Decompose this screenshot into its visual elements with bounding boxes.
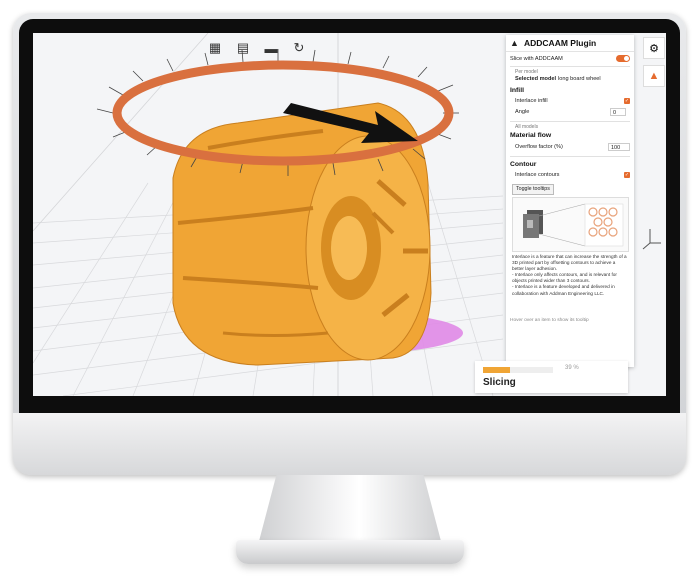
monitor-stand-base (236, 540, 464, 564)
all-models-label: All models (510, 124, 630, 130)
contour-section: Contour (510, 161, 630, 168)
interlace-infill-label: Interlace infill (515, 98, 548, 104)
toggle-tooltips-button[interactable]: Toggle tooltips (512, 184, 554, 195)
slicing-label: Slicing (483, 377, 516, 388)
monitor-chin (13, 413, 686, 475)
rotate-icon[interactable]: ↻ (289, 39, 309, 57)
slice-with-addcaam-row: Slice with ADDCAAM (510, 55, 630, 62)
selected-model-value: long board wheel (558, 76, 601, 82)
slicing-progress-box: 39 % Slicing (475, 361, 628, 393)
overflow-factor-label: Overflow factor (%) (515, 144, 563, 150)
angle-label: Angle (515, 109, 530, 115)
interlace-illustration (512, 197, 629, 252)
interlace-contours-label: Interlace contours (515, 172, 560, 178)
addcaam-plugin-icon[interactable]: ▲ (643, 65, 665, 87)
printer-settings-icon[interactable]: ▦ (205, 39, 225, 57)
angle-row: Angle 0 (510, 108, 630, 116)
interlace-infill-checkbox[interactable]: ✓ (624, 98, 630, 104)
camera-icon[interactable]: ▬ (261, 39, 281, 57)
viewport-toolbar: ▦ ▤ ▬ ↻ (205, 37, 309, 59)
infill-section: Infill (510, 87, 630, 94)
addcaam-logo-icon: ▲ (510, 37, 519, 48)
overflow-factor-input[interactable]: 100 (608, 143, 630, 151)
slicing-progress-fill (483, 367, 511, 373)
material-flow-section: Material flow (510, 132, 630, 139)
interlace-contours-checkbox[interactable]: ✓ (624, 172, 630, 178)
selected-model-row: Selected model long board wheel (510, 76, 630, 82)
selected-model-key: Selected model (515, 76, 557, 82)
addcaam-plugin-panel: ▲ ADDCAAM Plugin Slice with ADDCAAM Per … (506, 35, 634, 367)
interlace-contours-row: Interlace contours ✓ (510, 172, 630, 178)
infill-title: Infill (510, 87, 524, 94)
slice-with-addcaam-toggle[interactable] (616, 55, 630, 62)
angle-input[interactable]: 0 (610, 108, 626, 116)
panel-header: ▲ ADDCAAM Plugin (506, 35, 634, 52)
plugin-settings-icon[interactable]: ⚙ (643, 37, 665, 59)
slicing-percent: 39 % (565, 365, 579, 371)
slicing-progress-bar (483, 367, 553, 373)
monitor-stand-neck (258, 475, 442, 545)
panel-title: ADDCAAM Plugin (524, 38, 597, 48)
interlace-diagram (523, 203, 624, 247)
app-screen: ▦ ▤ ▬ ↻ ▲ ADDCAAM Plugin Slice with ADDC… (33, 33, 666, 396)
contour-title: Contour (510, 161, 537, 168)
slice-with-addcaam-label: Slice with ADDCAAM (510, 55, 563, 62)
interlace-infill-row: Interlace infill ✓ (510, 98, 630, 104)
side-toolbar: ⚙ ▲ (642, 35, 666, 130)
per-model-label: Per model (510, 69, 630, 75)
overflow-factor-row: Overflow factor (%) 100 (510, 143, 630, 151)
divider (510, 121, 630, 122)
tooltip-text: Interlace is a feature that can increase… (512, 254, 627, 296)
per-model-text: Per model (515, 69, 538, 75)
all-models-text: All models (515, 124, 539, 130)
material-flow-title: Material flow (510, 132, 552, 139)
divider (510, 156, 630, 157)
hover-hint: Hover over an item to show its tooltip (510, 318, 589, 323)
divider (510, 66, 630, 67)
layers-settings-icon[interactable]: ▤ (233, 39, 253, 57)
axis-gizmo (642, 229, 661, 250)
